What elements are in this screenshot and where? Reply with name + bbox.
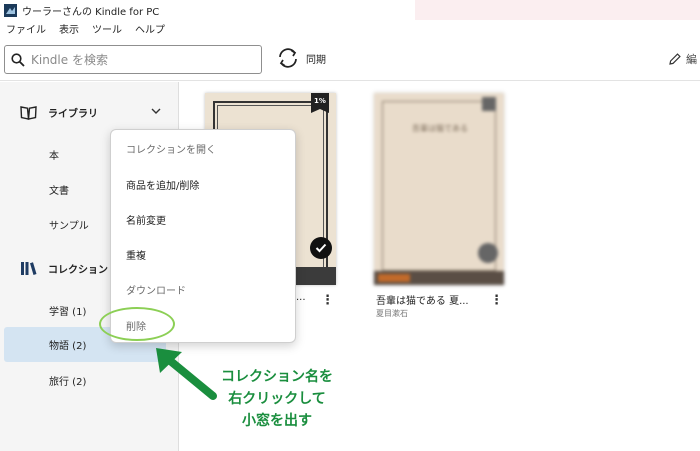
- cover-title-text: 吾輩は猫である: [412, 124, 468, 133]
- edit-button[interactable]: 編: [668, 51, 697, 67]
- collections-icon: [21, 262, 37, 275]
- menu-item-download[interactable]: ダウンロード: [126, 282, 186, 297]
- title-bar: ウーラーさんの Kindle for PC: [0, 0, 700, 20]
- sync-button[interactable]: 同期: [276, 46, 326, 70]
- annotation-arrow-icon: [156, 348, 217, 400]
- check-icon: [478, 243, 498, 263]
- sidebar-item-label: 文書: [49, 185, 69, 197]
- sync-icon: [279, 48, 297, 68]
- search-icon: [11, 52, 25, 67]
- book-author: 夏目漱石: [376, 309, 408, 318]
- sidebar-collections-label: コレクション: [48, 264, 108, 276]
- toolbar: 同期 編: [0, 37, 700, 81]
- sidebar-item-label: 学習 (1): [49, 306, 87, 318]
- more-options-icon[interactable]: ⋮: [490, 294, 503, 307]
- annotation-line: 右クリックして: [228, 391, 326, 407]
- pencil-icon: [669, 53, 681, 65]
- sidebar-item-label: 本: [49, 150, 59, 162]
- edit-label: 編: [686, 53, 697, 66]
- search-box[interactable]: [4, 45, 262, 74]
- menu-view[interactable]: 表示: [59, 21, 79, 36]
- window-title: ウーラーさんの Kindle for PC: [22, 6, 160, 18]
- kindle-window: { "window": { "title": "ウーラーさんの Kindle f…: [0, 0, 700, 451]
- annotation-line: 小窓を出す: [242, 413, 312, 429]
- annotation-text: コレクション名を 右クリックして 小窓を出す: [212, 366, 342, 432]
- sidebar-item-label: 旅行 (2): [49, 376, 87, 388]
- more-options-icon[interactable]: ⋮: [321, 294, 334, 307]
- sidebar-item-label: サンプル: [49, 220, 89, 232]
- title-bar-accent: [415, 0, 700, 20]
- check-icon: [310, 237, 332, 259]
- menu-item-open-collection[interactable]: コレクションを開く: [126, 141, 216, 156]
- menu-help[interactable]: ヘルプ: [135, 21, 165, 36]
- chevron-down-icon[interactable]: [151, 108, 161, 115]
- sidebar-library-label: ライブラリ: [48, 108, 98, 120]
- progress-badge: [482, 97, 496, 111]
- kindle-app-icon: [4, 3, 17, 17]
- sync-label: 同期: [306, 54, 326, 66]
- book-open-icon: [20, 106, 37, 120]
- sidebar-library[interactable]: ライブラリ: [0, 102, 179, 122]
- menu-item-rename[interactable]: 名前変更: [126, 212, 166, 227]
- highlight-circle: [99, 307, 175, 341]
- book-cover-2[interactable]: 吾輩は猫である: [374, 93, 504, 285]
- search-input[interactable]: [31, 52, 251, 67]
- book-title[interactable]: ...: [296, 292, 306, 303]
- menu-item-duplicate[interactable]: 重複: [126, 247, 146, 262]
- book-title[interactable]: 吾輩は猫である 夏...: [376, 292, 469, 307]
- sidebar-item-label: 物語 (2): [49, 341, 87, 352]
- annotation-line: コレクション名を: [221, 369, 333, 385]
- menu-item-add-remove[interactable]: 商品を追加/削除: [126, 177, 199, 192]
- cover-band: [378, 274, 410, 282]
- menu-file[interactable]: ファイル: [6, 21, 46, 36]
- menu-bar: ファイル 表示 ツール ヘルプ: [0, 20, 700, 37]
- menu-tools[interactable]: ツール: [92, 21, 122, 36]
